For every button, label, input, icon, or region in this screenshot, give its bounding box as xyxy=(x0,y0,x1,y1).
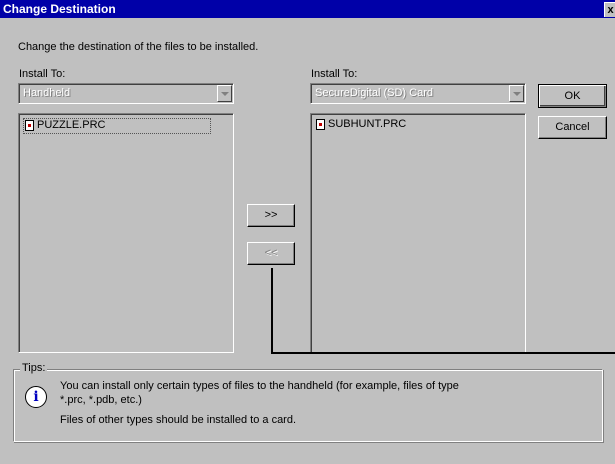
move-left-button[interactable]: << xyxy=(247,242,295,265)
file-name: PUZZLE.PRC xyxy=(37,119,106,131)
right-install-to-label: Install To: xyxy=(311,68,358,80)
file-icon xyxy=(316,119,325,130)
right-combo-value: SecureDigital (SD) Card xyxy=(315,87,433,99)
cancel-button[interactable]: Cancel xyxy=(538,116,607,139)
close-button[interactable]: x xyxy=(604,2,615,17)
list-item[interactable]: PUZZLE.PRC xyxy=(23,118,211,134)
right-file-list[interactable]: SUBHUNT.PRC xyxy=(310,113,526,353)
move-right-button[interactable]: >> xyxy=(247,204,295,227)
window-title: Change Destination xyxy=(3,2,116,16)
file-icon xyxy=(25,120,34,131)
file-name: SUBHUNT.PRC xyxy=(328,118,407,130)
intro-text: Change the destination of the files to b… xyxy=(18,41,259,53)
move-left-label: << xyxy=(264,247,278,259)
tips-label: Tips: xyxy=(20,362,48,374)
ok-button[interactable]: OK xyxy=(538,84,607,108)
ok-label: OK xyxy=(564,90,581,102)
left-install-to-label: Install To: xyxy=(19,68,66,80)
chevron-down-icon[interactable] xyxy=(217,85,232,102)
cancel-label: Cancel xyxy=(555,121,590,133)
tips-line-2: *.prc, *.pdb, etc.) xyxy=(60,394,142,406)
tips-line-1: You can install only certain types of fi… xyxy=(60,380,459,392)
title-bar: Change Destination x xyxy=(0,0,615,18)
tips-line-3: Files of other types should be installed… xyxy=(60,414,297,426)
left-file-list[interactable]: PUZZLE.PRC xyxy=(18,113,234,353)
left-destination-combo[interactable]: Handheld xyxy=(18,83,234,104)
chevron-down-icon[interactable] xyxy=(509,85,524,102)
left-combo-value: Handheld xyxy=(23,87,71,99)
right-destination-combo[interactable]: SecureDigital (SD) Card xyxy=(310,83,526,104)
info-icon: i xyxy=(25,386,47,408)
move-right-label: >> xyxy=(264,209,278,221)
